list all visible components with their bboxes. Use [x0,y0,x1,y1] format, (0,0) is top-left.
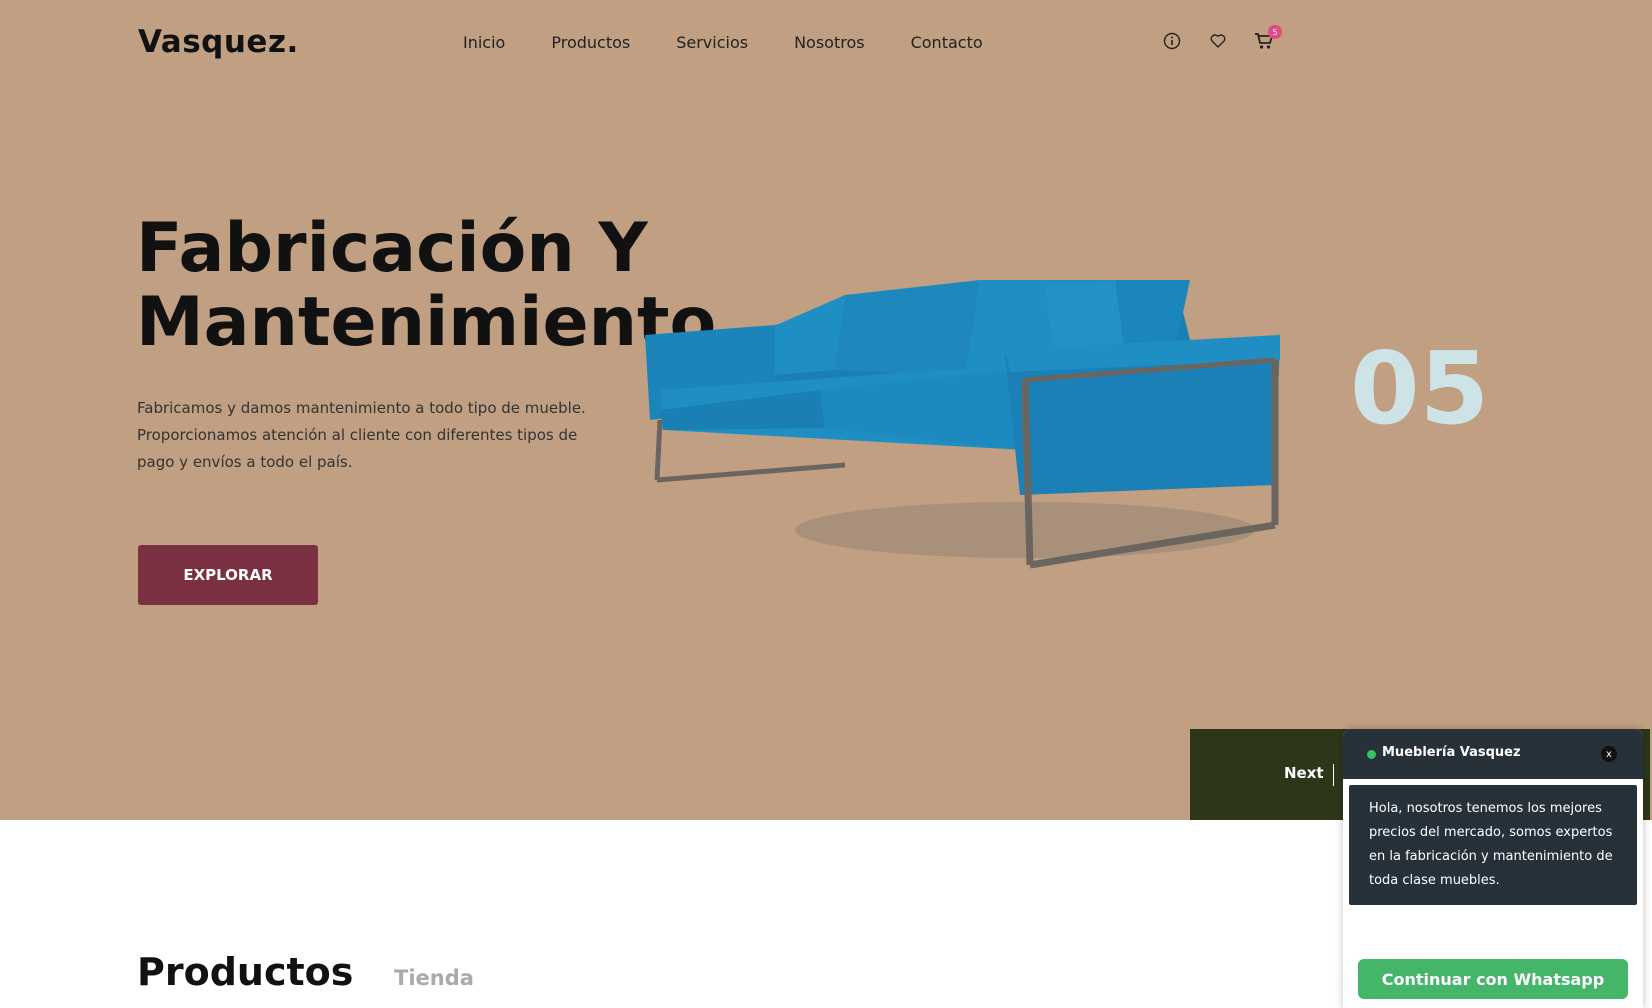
heart-icon[interactable] [1206,29,1230,53]
nav-nosotros[interactable]: Nosotros [794,33,865,52]
hero-title-line-1: Fabricación Y [136,209,648,288]
explore-button[interactable]: EXPLORAR [138,545,318,605]
cart-count-badge: 5 [1268,25,1282,39]
whatsapp-chat-widget: Mueblería Vasquez x Hola, nosotros tenem… [1343,729,1643,1008]
chat-business-name: Mueblería Vasquez [1382,745,1521,760]
products-section-title: Productos [137,950,354,994]
online-status-icon [1367,750,1376,759]
slider-divider [1333,764,1334,786]
hero-title-line-2: Mantenimiento [136,283,717,362]
sofa-image [645,280,1280,569]
chat-header: Mueblería Vasquez x [1343,729,1643,779]
chat-close-button[interactable]: x [1601,746,1617,762]
main-nav: Inicio Productos Servicios Nosotros Cont… [463,33,1029,52]
hero-title: Fabricación Y Mantenimiento [136,209,717,362]
hero-section: Vasquez. Inicio Productos Servicios Noso… [0,0,1652,820]
header-icons: 5 [1160,25,1298,53]
logo[interactable]: Vasquez. [138,24,299,60]
hero-description: Fabricamos y damos mantenimiento a todo … [137,399,586,471]
tab-tienda[interactable]: Tienda [394,966,474,990]
cart-icon[interactable]: 5 [1252,25,1282,53]
next-button[interactable]: Next [1284,764,1324,782]
nav-contacto[interactable]: Contacto [911,33,983,52]
nav-productos[interactable]: Productos [551,33,630,52]
nav-inicio[interactable]: Inicio [463,33,505,52]
chat-message: Hola, nosotros tenemos los mejores preci… [1349,785,1637,905]
slide-number: 05 [1350,330,1490,447]
whatsapp-continue-button[interactable]: Continuar con Whatsapp [1358,959,1628,999]
info-icon[interactable] [1160,29,1184,53]
nav-servicios[interactable]: Servicios [676,33,748,52]
